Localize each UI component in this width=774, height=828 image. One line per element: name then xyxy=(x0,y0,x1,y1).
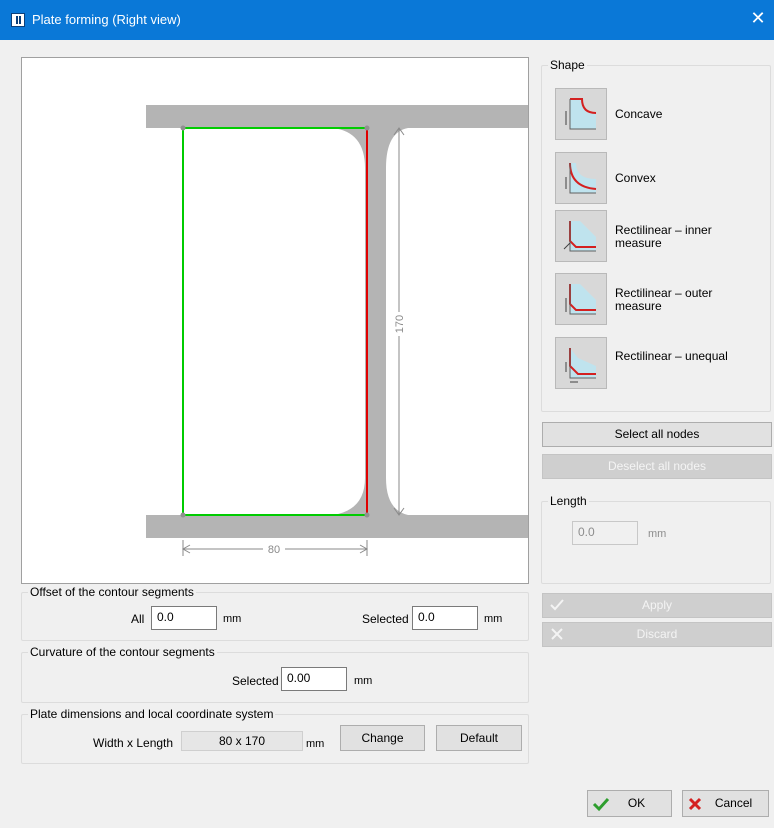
height-dimension-label: 170 xyxy=(394,315,406,333)
deselect-all-nodes-button[interactable]: Deselect all nodes xyxy=(542,454,772,479)
check-icon xyxy=(592,796,610,821)
shape-rectilinear-outer-button[interactable] xyxy=(555,273,607,325)
change-button[interactable]: Change xyxy=(340,725,425,751)
title-bar: Plate forming (Right view) ✕ xyxy=(0,0,774,40)
cancel-x-icon xyxy=(687,796,703,821)
close-icon[interactable]: ✕ xyxy=(748,8,768,28)
bottom-flange xyxy=(146,515,528,538)
length-input[interactable]: 0.0 xyxy=(572,521,638,545)
shape-concave-button[interactable] xyxy=(555,88,607,140)
ok-button[interactable]: OK xyxy=(587,790,672,817)
shape-rectilinear-unequal-button[interactable] xyxy=(555,337,607,389)
shape-convex-button[interactable] xyxy=(555,152,607,204)
convex-shape-icon xyxy=(565,162,597,194)
shape-concave-label: Concave xyxy=(615,107,663,121)
node[interactable] xyxy=(180,125,186,131)
offset-legend: Offset of the contour segments xyxy=(30,585,194,599)
rectilinear-outer-shape-icon xyxy=(565,284,596,315)
app-icon xyxy=(11,13,25,27)
offset-all-unit: mm xyxy=(223,613,242,625)
window-title: Plate forming (Right view) xyxy=(32,12,181,27)
plate-preview-canvas[interactable]: 170 80 xyxy=(21,57,529,584)
select-all-nodes-button[interactable]: Select all nodes xyxy=(542,422,772,447)
offset-all-input[interactable]: 0.0 xyxy=(151,606,217,630)
profile-drawing: 170 80 xyxy=(146,105,528,556)
apply-check-icon xyxy=(549,597,565,621)
ok-label: OK xyxy=(627,796,646,810)
height-dimension: 170 xyxy=(392,127,406,516)
curvature-selected-input[interactable]: 0.00 xyxy=(281,667,347,691)
curvature-legend: Curvature of the contour segments xyxy=(30,645,215,659)
plate-outline xyxy=(182,127,367,516)
curvature-unit: mm xyxy=(354,675,373,687)
length-unit: mm xyxy=(648,528,667,540)
offset-all-label: All xyxy=(131,612,145,626)
top-flange xyxy=(146,105,528,128)
node[interactable] xyxy=(180,512,186,518)
rectilinear-inner-shape-icon xyxy=(563,221,596,252)
cancel-label: Cancel xyxy=(714,796,753,810)
shape-rectilinear-inner-button[interactable] xyxy=(555,210,607,262)
offset-selected-input[interactable]: 0.0 xyxy=(412,606,478,630)
shape-convex-label: Convex xyxy=(615,171,656,185)
length-legend: Length xyxy=(550,494,587,508)
cancel-button[interactable]: Cancel xyxy=(682,790,769,817)
offset-selected-unit: mm xyxy=(484,613,503,625)
discard-x-icon xyxy=(549,626,565,650)
width-dimension: 80 xyxy=(181,540,369,556)
shape-rectilinear-outer-label: Rectilinear – outer measure xyxy=(615,286,713,313)
default-button[interactable]: Default xyxy=(436,725,522,751)
width-length-label: Width x Length xyxy=(93,736,174,750)
apply-button[interactable]: Apply xyxy=(542,593,772,618)
rectilinear-unequal-shape-icon xyxy=(565,348,596,383)
shape-rectilinear-unequal-label: Rectilinear – unequal xyxy=(615,349,728,363)
curvature-selected-label: Selected xyxy=(232,674,279,688)
shape-rectilinear-inner-label: Rectilinear – inner measure xyxy=(615,223,712,250)
discard-button[interactable]: Discard xyxy=(542,622,772,647)
node[interactable] xyxy=(364,512,370,518)
discard-label: Discard xyxy=(636,627,678,641)
plate-dimensions-legend: Plate dimensions and local coordinate sy… xyxy=(30,707,274,721)
offset-selected-label: Selected xyxy=(362,612,409,626)
node[interactable] xyxy=(364,125,370,131)
width-length-value: 80 x 170 xyxy=(181,731,303,751)
plate-unit: mm xyxy=(306,738,325,750)
apply-label: Apply xyxy=(641,598,673,612)
concave-shape-icon xyxy=(565,98,597,130)
width-dimension-label: 80 xyxy=(268,544,280,556)
shape-legend: Shape xyxy=(550,58,585,72)
